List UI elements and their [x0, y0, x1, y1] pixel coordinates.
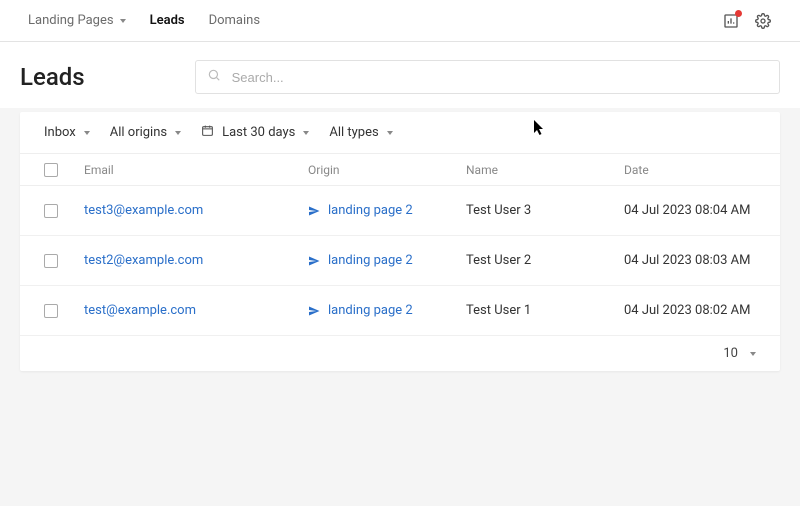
lead-email-link[interactable]: test@example.com: [84, 303, 196, 318]
page-size-selector[interactable]: [750, 352, 756, 356]
row-checkbox[interactable]: [44, 254, 58, 268]
chevron-down-icon: [84, 131, 90, 135]
calendar-icon: [201, 124, 214, 141]
leads-panel: Inbox All origins Last 30 days All types…: [20, 112, 780, 371]
filters-bar: Inbox All origins Last 30 days All types: [20, 112, 780, 154]
filter-types-label: All types: [329, 125, 378, 140]
topnav-right: [722, 12, 772, 30]
lead-email-link[interactable]: test2@example.com: [84, 253, 203, 268]
nav-label-landing-pages: Landing Pages: [28, 13, 114, 28]
table-row: test2@example.com landing page 2 Test Us…: [20, 236, 780, 286]
filter-inbox-label: Inbox: [44, 125, 76, 140]
lead-date: 04 Jul 2023 08:02 AM: [624, 303, 756, 318]
paper-plane-icon: [308, 205, 320, 217]
lead-origin-link[interactable]: landing page 2: [328, 203, 413, 218]
page-header: Leads: [0, 42, 800, 108]
nav-label-domains: Domains: [209, 13, 260, 28]
nav-item-leads[interactable]: Leads: [150, 13, 185, 28]
table-footer: 10: [20, 336, 780, 371]
col-header-name: Name: [466, 163, 624, 177]
row-checkbox[interactable]: [44, 304, 58, 318]
chevron-down-icon: [175, 131, 181, 135]
page-size-label: 10: [723, 346, 738, 361]
table-header: Email Origin Name Date: [20, 154, 780, 186]
paper-plane-icon: [308, 255, 320, 267]
chevron-down-icon: [120, 19, 126, 23]
row-checkbox[interactable]: [44, 204, 58, 218]
nav-item-landing-pages[interactable]: Landing Pages: [28, 13, 126, 28]
topnav-left: Landing Pages Leads Domains: [28, 13, 260, 28]
lead-date: 04 Jul 2023 08:03 AM: [624, 253, 756, 268]
search-wrap: [195, 60, 780, 94]
filter-inbox[interactable]: Inbox: [44, 125, 90, 140]
lead-email-link[interactable]: test3@example.com: [84, 203, 203, 218]
gear-icon: [755, 13, 771, 29]
filter-origins[interactable]: All origins: [110, 125, 181, 140]
filter-date-range[interactable]: Last 30 days: [201, 124, 309, 141]
chevron-down-icon: [750, 352, 756, 356]
topnav: Landing Pages Leads Domains: [0, 0, 800, 42]
nav-item-domains[interactable]: Domains: [209, 13, 260, 28]
notifications-button[interactable]: [722, 12, 740, 30]
nav-label-leads: Leads: [150, 13, 185, 28]
lead-origin-link[interactable]: landing page 2: [328, 303, 413, 318]
filter-types[interactable]: All types: [329, 125, 392, 140]
filter-date-range-label: Last 30 days: [222, 125, 295, 140]
lead-name: Test User 3: [466, 203, 624, 218]
notification-dot-icon: [735, 10, 742, 17]
col-header-date: Date: [624, 163, 756, 177]
lead-origin-link[interactable]: landing page 2: [328, 253, 413, 268]
page-title: Leads: [20, 63, 85, 91]
search-input[interactable]: [195, 60, 780, 94]
paper-plane-icon: [308, 305, 320, 317]
select-all-checkbox[interactable]: [44, 163, 58, 177]
table-row: test3@example.com landing page 2 Test Us…: [20, 186, 780, 236]
chevron-down-icon: [303, 131, 309, 135]
lead-name: Test User 2: [466, 253, 624, 268]
chevron-down-icon: [387, 131, 393, 135]
lead-date: 04 Jul 2023 08:04 AM: [624, 203, 756, 218]
filter-origins-label: All origins: [110, 125, 167, 140]
settings-button[interactable]: [754, 12, 772, 30]
table-row: test@example.com landing page 2 Test Use…: [20, 286, 780, 336]
lead-name: Test User 1: [466, 303, 624, 318]
col-header-origin: Origin: [308, 163, 466, 177]
search-icon: [207, 68, 221, 86]
col-header-email: Email: [84, 163, 308, 177]
